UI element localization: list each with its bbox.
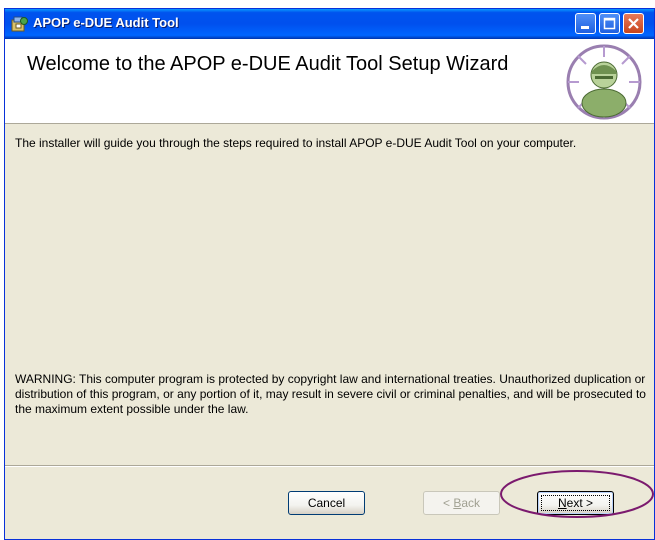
button-area-divider bbox=[5, 465, 654, 467]
minimize-icon bbox=[581, 26, 589, 29]
cancel-button-label: Cancel bbox=[307, 496, 346, 510]
maximize-button[interactable] bbox=[599, 13, 620, 34]
window-title: APOP e-DUE Audit Tool bbox=[33, 15, 179, 30]
cancel-button[interactable]: Cancel bbox=[288, 491, 365, 515]
wizard-header: Welcome to the APOP e-DUE Audit Tool Set… bbox=[5, 39, 654, 124]
installer-icon bbox=[11, 15, 29, 33]
back-button[interactable]: < Back bbox=[423, 491, 500, 515]
next-button-label: Next > bbox=[557, 496, 594, 510]
title-bar[interactable]: APOP e-DUE Audit Tool bbox=[5, 9, 654, 39]
minimize-button[interactable] bbox=[575, 13, 596, 34]
intro-text: The installer will guide you through the… bbox=[15, 136, 577, 150]
close-icon bbox=[628, 18, 639, 29]
page-title: Welcome to the APOP e-DUE Audit Tool Set… bbox=[27, 53, 509, 75]
close-button[interactable] bbox=[623, 13, 644, 34]
back-button-label: < Back bbox=[442, 496, 481, 510]
maximize-icon bbox=[603, 17, 616, 30]
user-setup-icon bbox=[565, 43, 643, 121]
setup-wizard-window: APOP e-DUE Audit Tool Welcome to the APO… bbox=[4, 8, 655, 540]
next-button[interactable]: Next > bbox=[537, 491, 614, 515]
copyright-warning: WARNING: This computer program is protec… bbox=[15, 372, 646, 416]
